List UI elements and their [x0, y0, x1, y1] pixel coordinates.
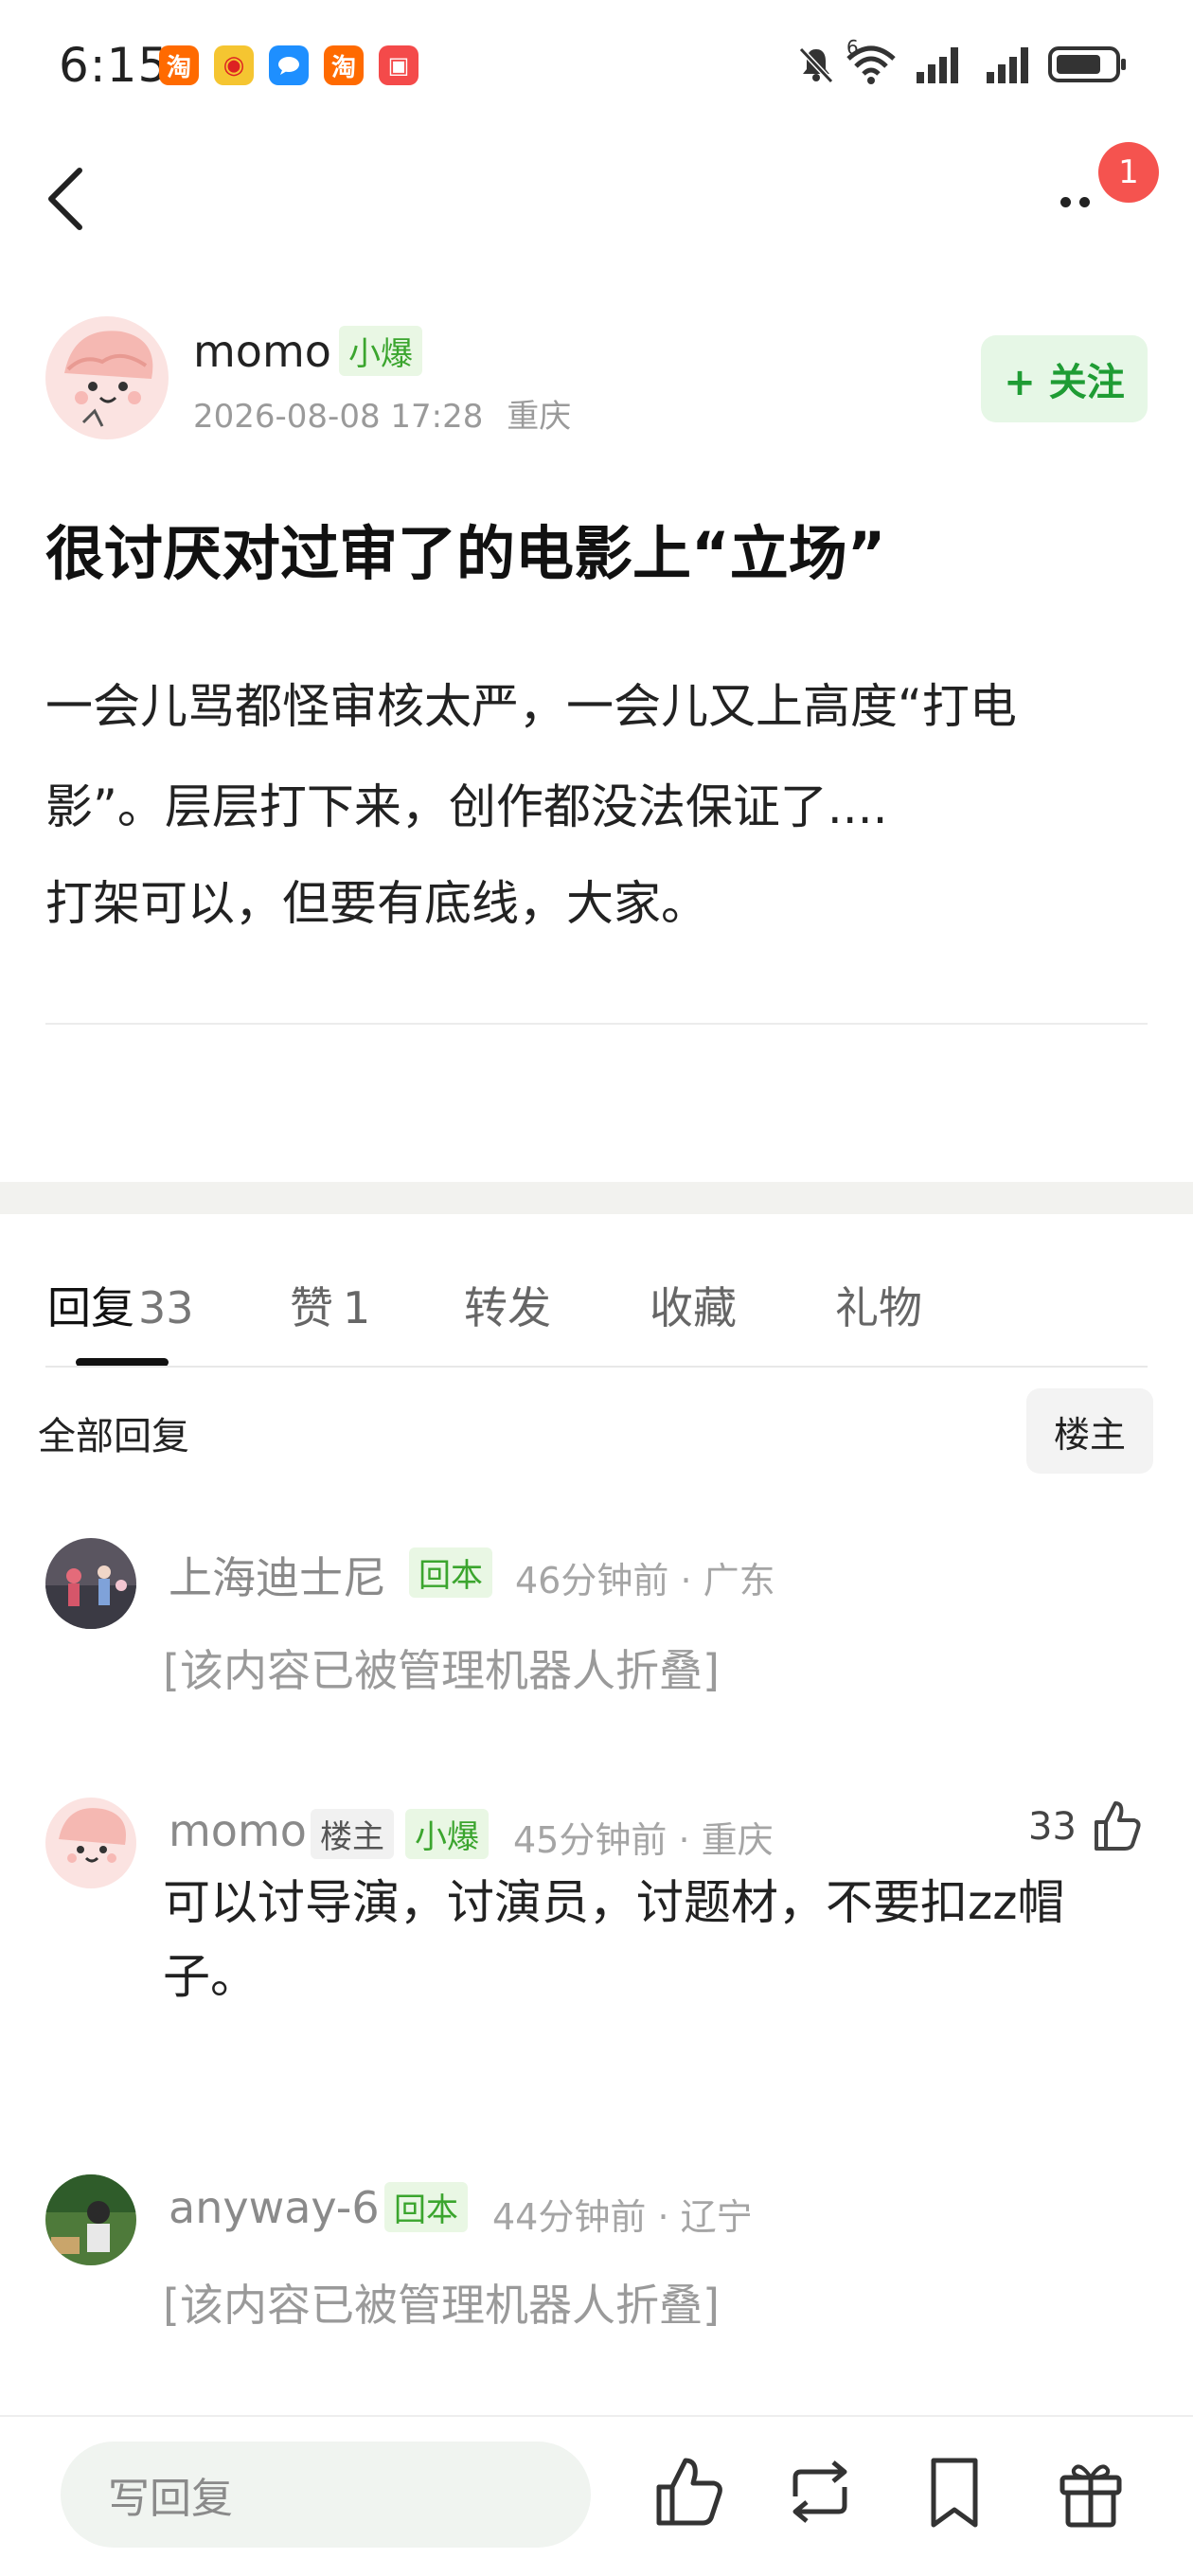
comment-meta: 46分钟前 · 广东 [515, 1560, 775, 1601]
post-body-line: 影”。层层打下来，创作都没法保证了.... [45, 779, 888, 834]
all-replies-filter[interactable]: 全部回复 [38, 1405, 189, 1460]
notification-badge[interactable]: 1 [1098, 142, 1159, 203]
signal-icon [987, 47, 1028, 83]
taobao-icon: 淘 [159, 45, 199, 85]
post-meta: 2026-08-08 17:28 重庆 [193, 390, 571, 437]
post-title: 很讨厌对过审了的电影上“立场” [45, 519, 886, 588]
tab-count: 1 [343, 1282, 371, 1333]
gift-icon[interactable] [1053, 2449, 1129, 2534]
back-icon[interactable] [38, 161, 95, 237]
tab-label: 回复 [47, 1282, 134, 1333]
post-body-line: 打架可以，但要有底线，大家。 [45, 876, 708, 931]
tab-replies[interactable]: 回复33 [47, 1274, 194, 1336]
commenter-name[interactable]: 上海迪士尼 [169, 1544, 386, 1606]
folded-comment-text[interactable]: [该内容已被管理机器人折叠] [163, 2271, 720, 2334]
tab-reposts[interactable]: 转发 [464, 1274, 551, 1336]
commenter-name[interactable]: momo [169, 1805, 307, 1856]
post-location: 重庆 [507, 398, 572, 436]
divider [45, 1023, 1148, 1025]
post-date: 2026-08-08 17:28 [193, 398, 484, 436]
bookmark-icon[interactable] [917, 2449, 992, 2534]
comment-text: 可以讨导演，讨演员，讨题材，不要扣zz帽 子。 [163, 1866, 1110, 2013]
more-dot-icon [1060, 197, 1071, 207]
tab-favorites[interactable]: 收藏 [650, 1274, 737, 1336]
commenter-tag: 回本 [384, 2182, 468, 2232]
author-avatar[interactable] [45, 316, 169, 439]
comment-time: 44分钟前 [492, 2196, 647, 2238]
op-only-button[interactable]: 楼主 [1026, 1388, 1153, 1474]
follow-button[interactable]: + 关注 [981, 335, 1148, 422]
commenter-avatar[interactable] [45, 1798, 136, 1888]
repost-icon[interactable] [782, 2449, 858, 2534]
author-name[interactable]: momo [193, 326, 331, 377]
comment-meta: 45分钟前 · 重庆 [513, 1819, 774, 1861]
commenter-tag: 小爆 [405, 1809, 489, 1859]
tab-count: 33 [138, 1282, 194, 1333]
bottom-action-bar: 写回复 [0, 2415, 1193, 2576]
tabs-divider [45, 1366, 1148, 1368]
comment-location: 广东 [703, 1560, 775, 1601]
commenter-avatar[interactable] [45, 2174, 136, 2265]
taobao-icon: 淘 [324, 45, 364, 85]
weibo-icon: ◉ [214, 45, 254, 85]
comment-time: 45分钟前 [513, 1819, 668, 1861]
thumbs-up-icon[interactable] [651, 2449, 727, 2534]
comment-text-line: 子。 [163, 1949, 258, 2004]
op-tag: 楼主 [311, 1809, 394, 1859]
signal-icon [917, 47, 958, 83]
commenter-avatar[interactable] [45, 1538, 136, 1629]
section-separator [0, 1182, 1193, 1214]
folded-comment-text[interactable]: [该内容已被管理机器人折叠] [163, 1637, 720, 1699]
tab-likes[interactable]: 赞1 [290, 1274, 370, 1336]
post-body-line: 一会儿骂都怪审核太严，一会儿又上高度“打电 [45, 679, 1017, 734]
reply-input[interactable]: 写回复 [61, 2442, 591, 2548]
chat-bubble-icon [269, 45, 309, 85]
tab-gifts[interactable]: 礼物 [835, 1274, 922, 1336]
tab-label: 赞 [290, 1282, 333, 1333]
thumbs-up-icon[interactable] [1087, 1798, 1144, 1854]
network-label: 6 [846, 36, 859, 59]
status-bar: 6:15 淘 ◉ 淘 ▣ 6 [0, 0, 1193, 133]
comment-meta: 44分钟前 · 辽宁 [492, 2196, 753, 2238]
mute-icon [798, 46, 834, 84]
comment-text-line: 可以讨导演，讨演员，讨题材，不要扣zz帽 [163, 1875, 1065, 1930]
commenter-name[interactable]: anyway-6 [169, 2182, 380, 2233]
comment-time: 46分钟前 [515, 1560, 669, 1601]
comment-location: 重庆 [701, 1819, 774, 1861]
comment-location: 辽宁 [680, 2196, 753, 2238]
commenter-tag: 回本 [409, 1547, 492, 1598]
battery-icon [1048, 46, 1126, 82]
status-time: 6:15 [59, 38, 169, 93]
author-level-tag: 小爆 [339, 326, 422, 376]
more-dot-icon [1079, 197, 1090, 207]
comment-like-count: 33 [1028, 1805, 1077, 1849]
red-app-icon: ▣ [379, 45, 418, 85]
